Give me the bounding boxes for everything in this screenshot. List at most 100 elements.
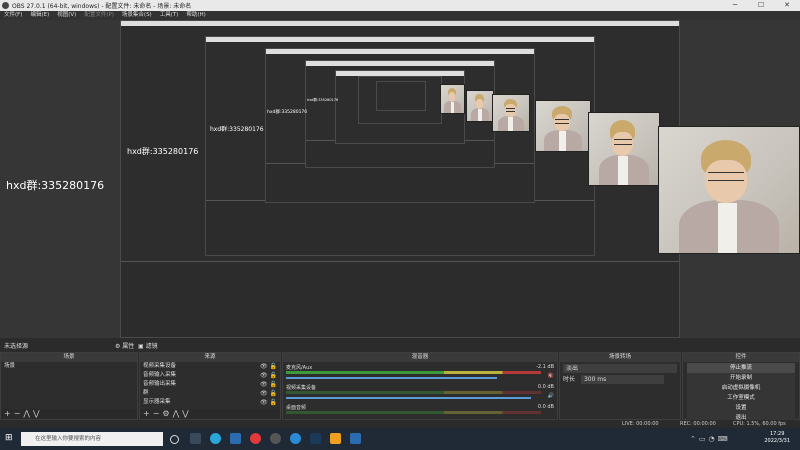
watermark-text: hxd群:335280176 <box>267 110 308 115</box>
rec-status: REC: 00:00:00 <box>680 421 716 427</box>
eye-lock-icon[interactable]: 👁 🔓 <box>260 380 277 389</box>
app-icon[interactable] <box>350 433 361 444</box>
transitions-title: 场景转场 <box>560 353 680 362</box>
controls-panel: 控件 停止推流 开始录制 启动虚拟摄像机 工作室模式 设置 退出 <box>682 352 800 423</box>
eye-lock-icon[interactable]: 👁 🔓 <box>260 362 277 371</box>
eye-lock-icon[interactable]: 👁 🔓 <box>260 398 277 407</box>
source-label: 音频输出采集 <box>143 381 177 387</box>
start-virtual-camera-button[interactable]: 启动虚拟摄像机 <box>687 383 795 393</box>
watermark-text: hxd群:335280176 <box>6 179 105 192</box>
preview-canvas[interactable]: hxd群:335280176 hxd群:335280176 hxd群:33528… <box>0 20 800 338</box>
volume-meter <box>286 411 541 414</box>
menu-bar: 文件(F) 编辑(E) 视图(V) 配置文件(P) 场景集合(S) 工具(T) 帮助(H) <box>0 11 800 20</box>
speaker-icon[interactable]: 🔊 <box>548 393 554 399</box>
settings-button[interactable]: 设置 <box>687 403 795 413</box>
duration-label: 时长 <box>563 376 576 383</box>
taskbar-search-input[interactable]: 在这里输入你要搜索的内容 <box>21 432 163 446</box>
menu-view[interactable]: 视图(V) <box>53 11 80 20</box>
cpu-status: CPU: 1.5%, 60.00 fps <box>733 421 786 427</box>
scenes-toolbar: +−⋀⋁ <box>1 409 137 419</box>
webcam-feed-main <box>658 126 800 254</box>
minimize-button[interactable]: ─ <box>722 0 748 11</box>
tray-icons[interactable]: ⌃▭◔⌨ <box>690 435 731 443</box>
watermark-text: hxd群:335280176 <box>210 126 264 133</box>
maximize-button[interactable]: ☐ <box>748 0 774 11</box>
stop-streaming-button[interactable]: 停止推流 <box>687 363 795 373</box>
move-down-icon[interactable]: ⋁ <box>33 409 43 418</box>
mixer-title: 混音器 <box>283 353 557 362</box>
windows-start-icon[interactable]: ⊞ <box>5 434 14 443</box>
speaker-muted-icon[interactable]: 🔇 <box>548 373 554 379</box>
steam-icon[interactable] <box>310 433 321 444</box>
start-recording-button[interactable]: 开始录制 <box>687 373 795 383</box>
recursive-window-layer <box>376 81 426 111</box>
menu-edit[interactable]: 编辑(E) <box>26 11 53 20</box>
clock-date: 2022/3/31 <box>764 438 790 444</box>
webcam-feed <box>492 94 530 132</box>
app-icon[interactable] <box>250 433 261 444</box>
source-item[interactable]: 群 👁 🔓 <box>140 389 280 398</box>
menu-help[interactable]: 帮助(H) <box>182 11 209 20</box>
webcam-feed <box>466 90 494 122</box>
source-item[interactable]: 音频输入采集 👁 🔓 <box>140 371 280 380</box>
properties-button[interactable]: ⚙ 属性 <box>115 341 134 350</box>
cortana-icon[interactable] <box>170 435 179 444</box>
source-item[interactable]: 视频采集设备 👁 🔓 <box>140 362 280 371</box>
app-icon[interactable] <box>230 433 241 444</box>
menu-tools[interactable]: 工具(T) <box>156 11 183 20</box>
volume-slider[interactable] <box>286 397 531 399</box>
scene-item[interactable]: 场景 <box>1 362 137 371</box>
webcam-feed <box>535 100 591 152</box>
taskbar-clock[interactable]: 17:29 2022/3/31 <box>764 431 790 445</box>
duration-input[interactable]: 300 ms <box>580 375 664 384</box>
app-icon[interactable] <box>330 433 341 444</box>
properties-label: 属性 <box>122 343 135 350</box>
filters-label: 滤镜 <box>145 343 158 350</box>
live-status: LIVE: 00:00:00 <box>622 421 659 427</box>
source-item[interactable]: 显示器采集 👁 🔓 <box>140 398 280 407</box>
sources-title: 来源 <box>140 353 280 362</box>
window-title: OBS 27.0.1 (64-bit, windows) - 配置文件: 未命名… <box>12 3 192 10</box>
volume-slider[interactable] <box>286 377 497 379</box>
app-icon[interactable] <box>290 433 301 444</box>
eye-lock-icon[interactable]: 👁 🔓 <box>260 371 277 380</box>
menu-file[interactable]: 文件(F) <box>0 11 26 20</box>
move-up-icon[interactable]: ⋀ <box>23 409 33 418</box>
studio-mode-button[interactable]: 工作室模式 <box>687 393 795 403</box>
add-icon[interactable]: + <box>143 409 153 418</box>
source-item[interactable]: 音频输出采集 👁 🔓 <box>140 380 280 389</box>
mixer-channel: 麦克风/Aux -2.1 dB 🔇 <box>286 364 554 382</box>
mixer-panel: 混音器 麦克风/Aux -2.1 dB 🔇 视频采集设备 0.0 dB 🔊 桌面… <box>282 352 558 420</box>
move-up-icon[interactable]: ⋀ <box>173 409 183 418</box>
task-view-icon[interactable] <box>190 433 201 444</box>
filters-button[interactable]: ▣ 滤镜 <box>138 341 158 350</box>
source-toolbar: 未选择源 ⚙ 属性 ▣ 滤镜 <box>0 338 800 351</box>
add-icon[interactable]: + <box>4 409 14 418</box>
source-label: 群 <box>143 390 149 396</box>
eye-lock-icon[interactable]: 👁 🔓 <box>260 389 277 398</box>
channel-db: -2.1 dB <box>536 364 554 370</box>
title-bar: OBS 27.0.1 (64-bit, windows) - 配置文件: 未命名… <box>0 0 800 11</box>
obs-logo-icon <box>2 2 9 9</box>
move-down-icon[interactable]: ⋁ <box>182 409 192 418</box>
obs-taskbar-icon[interactable] <box>270 433 281 444</box>
gear-icon[interactable]: ⚙ <box>162 409 172 418</box>
close-button[interactable]: ✕ <box>774 0 800 11</box>
edge-icon[interactable] <box>210 433 221 444</box>
no-source-label: 未选择源 <box>4 343 29 350</box>
mixer-channel: 桌面音频 0.0 dB <box>286 404 554 418</box>
menu-profile[interactable]: 配置文件(P) <box>80 11 118 20</box>
menu-scene-collection[interactable]: 场景集合(S) <box>118 11 156 20</box>
remove-icon[interactable]: − <box>153 409 163 418</box>
sources-toolbar: +−⚙⋀⋁ <box>140 409 280 419</box>
mixer-channel: 视频采集设备 0.0 dB 🔊 <box>286 384 554 402</box>
volume-meter <box>286 371 541 374</box>
scenes-title: 场景 <box>1 353 137 362</box>
taskbar: ⊞ 在这里输入你要搜索的内容 ⌃▭◔⌨ 17:29 2022/3/31 <box>0 428 800 450</box>
transition-type-select[interactable]: 淡出 <box>563 364 677 373</box>
channel-db: 0.0 dB <box>537 384 554 390</box>
remove-icon[interactable]: − <box>14 409 24 418</box>
source-label: 音频输入采集 <box>143 372 177 378</box>
channel-db: 0.0 dB <box>537 404 554 410</box>
source-label: 视频采集设备 <box>143 363 177 369</box>
